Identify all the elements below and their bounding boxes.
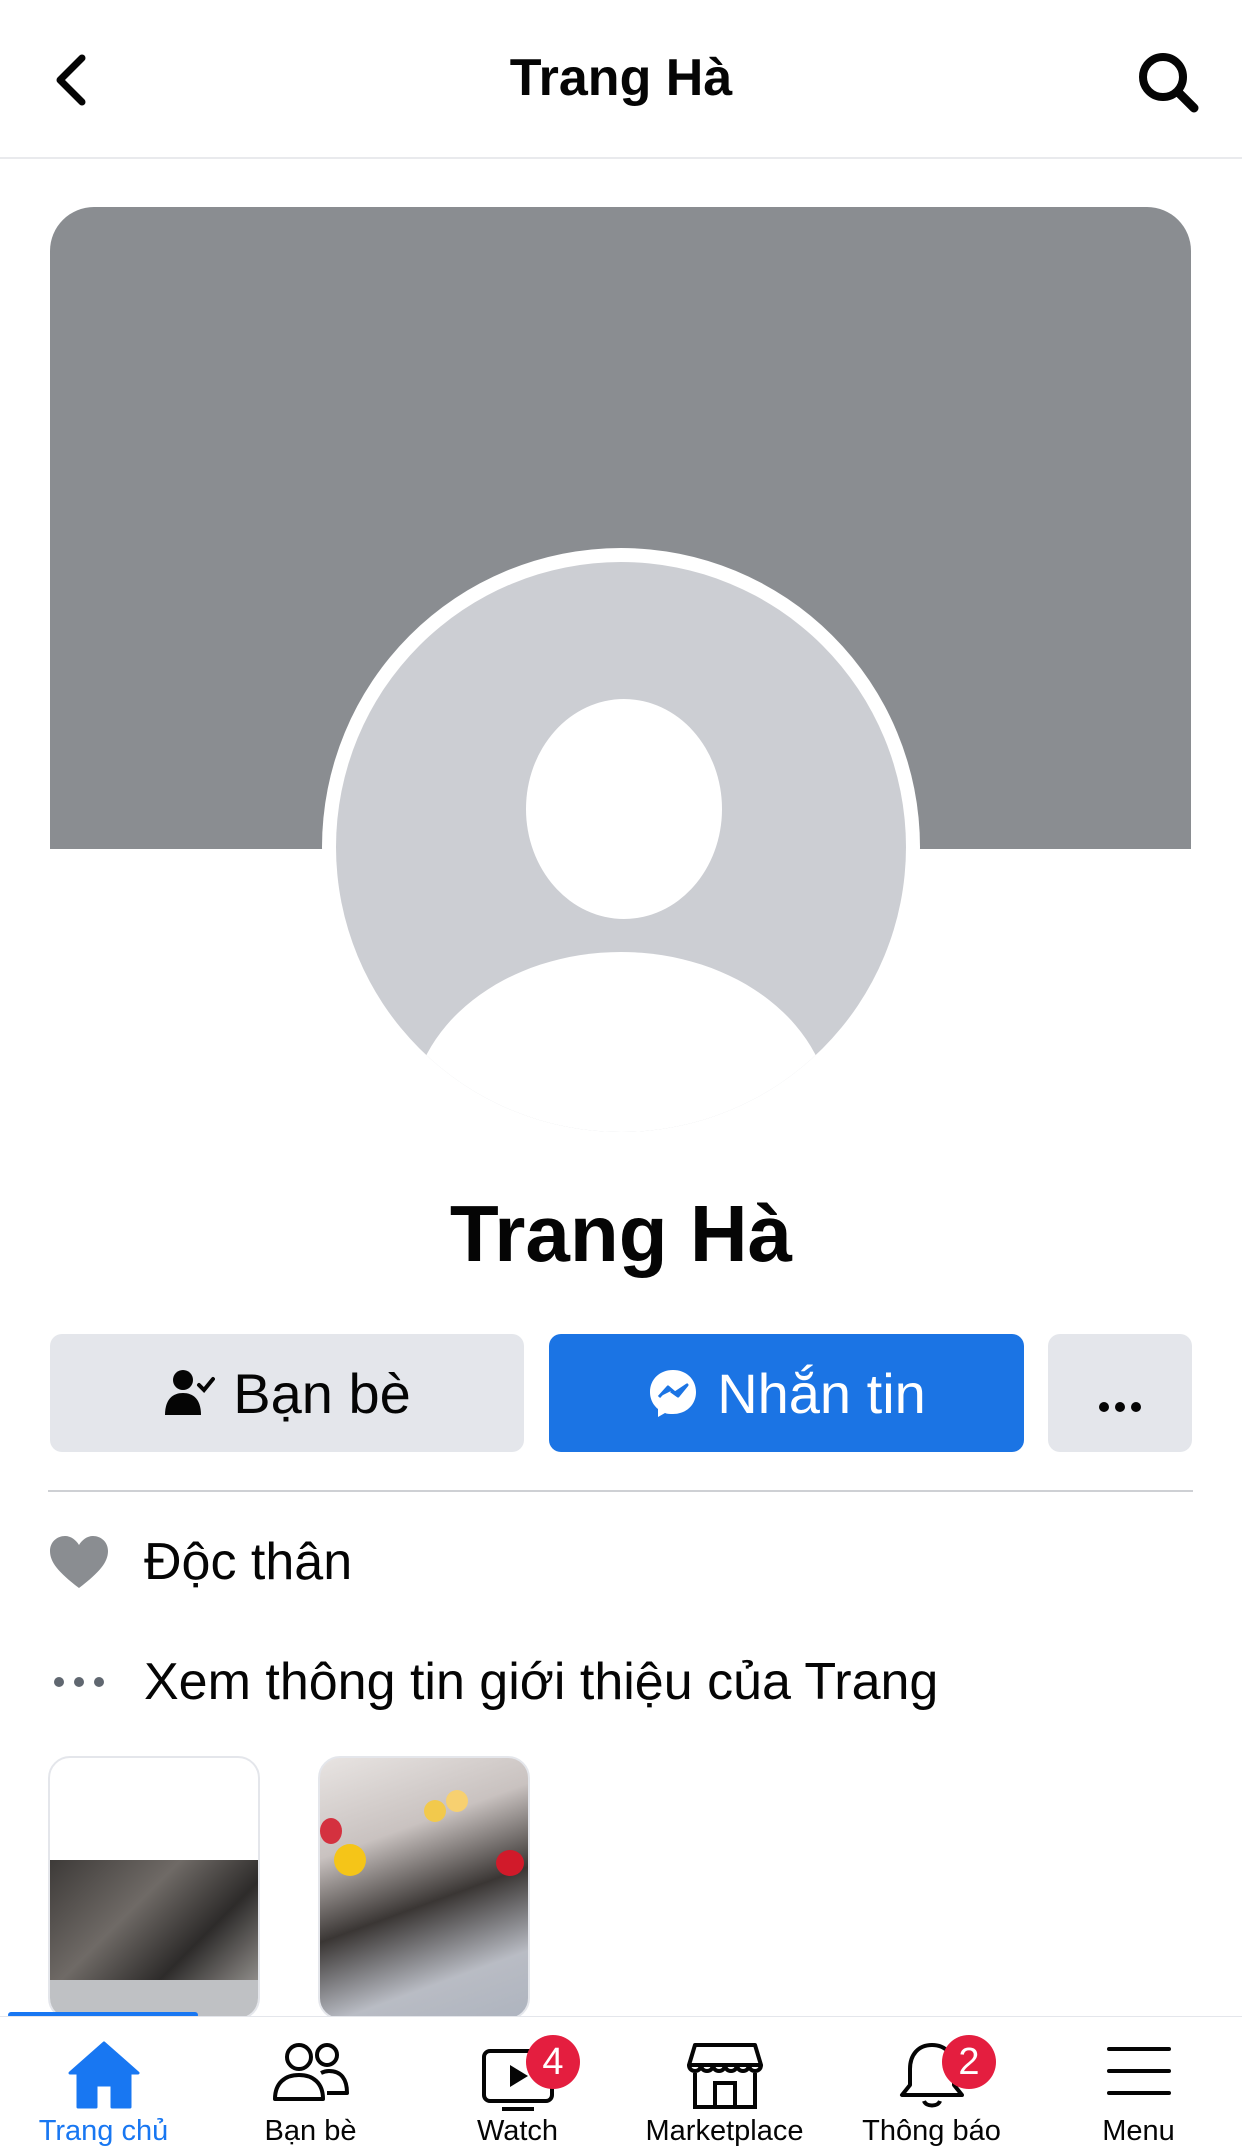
menu-icon: [1035, 2039, 1242, 2111]
tab-label: Bạn bè: [264, 2115, 357, 2147]
tab-label: Marketplace: [645, 2115, 804, 2147]
heart-icon: [48, 1534, 110, 1590]
watch-icon: [414, 2039, 621, 2111]
home-icon: [0, 2039, 207, 2111]
friends-icon: [207, 2039, 414, 2111]
profile-name: Trang Hà: [449, 1189, 793, 1278]
group-photo: [50, 1860, 258, 1980]
relationship-text: Độc thân: [144, 1533, 353, 1591]
message-button[interactable]: Nhắn tin: [549, 1334, 1024, 1452]
search-icon[interactable]: [1134, 48, 1204, 118]
more-options-button[interactable]: [1048, 1334, 1192, 1452]
tab-label: Trang chủ: [38, 2115, 169, 2147]
tab-label: Menu: [1102, 2115, 1175, 2147]
bell-icon: [828, 2039, 1035, 2111]
divider: [48, 1490, 1193, 1492]
tab-friends[interactable]: Bạn bè: [207, 2017, 414, 2150]
messenger-icon: [647, 1367, 699, 1419]
profile-avatar[interactable]: [322, 548, 920, 1146]
more-dots-icon: [48, 1676, 110, 1688]
tab-menu[interactable]: Menu: [1035, 2017, 1242, 2150]
page-title: Trang Hà: [509, 49, 733, 107]
featured-story[interactable]: [318, 1756, 530, 2020]
see-about-row[interactable]: Xem thông tin giới thiệu của Trang: [48, 1642, 938, 1722]
friends-button[interactable]: Bạn bè: [50, 1334, 524, 1452]
tab-watch[interactable]: 4 Watch: [414, 2017, 621, 2150]
bottom-tab-bar: Trang chủ Bạn bè 4 Watch Marketplace 2 T…: [0, 2016, 1242, 2150]
smiley-sticker-icon: [334, 1844, 366, 1876]
notification-badge: 2: [942, 2035, 996, 2089]
tab-home[interactable]: Trang chủ: [0, 2017, 207, 2150]
featured-story[interactable]: [48, 1756, 260, 2020]
more-dots-icon: [1098, 1361, 1142, 1426]
friends-button-label: Bạn bè: [233, 1361, 411, 1425]
default-avatar-icon: [336, 562, 906, 1132]
notification-badge: 4: [526, 2035, 580, 2089]
tab-label: Watch: [476, 2115, 559, 2147]
marketplace-icon: [621, 2039, 828, 2111]
message-button-label: Nhắn tin: [717, 1361, 926, 1425]
tab-notifications[interactable]: 2 Thông báo: [828, 2017, 1035, 2150]
top-bar: Trang Hà: [0, 0, 1242, 159]
friend-check-icon: [163, 1367, 216, 1419]
relationship-row: Độc thân: [48, 1522, 352, 1602]
tab-label: Thông báo: [862, 2115, 1001, 2147]
tab-marketplace[interactable]: Marketplace: [621, 2017, 828, 2150]
see-about-text: Xem thông tin giới thiệu của Trang: [144, 1653, 939, 1711]
